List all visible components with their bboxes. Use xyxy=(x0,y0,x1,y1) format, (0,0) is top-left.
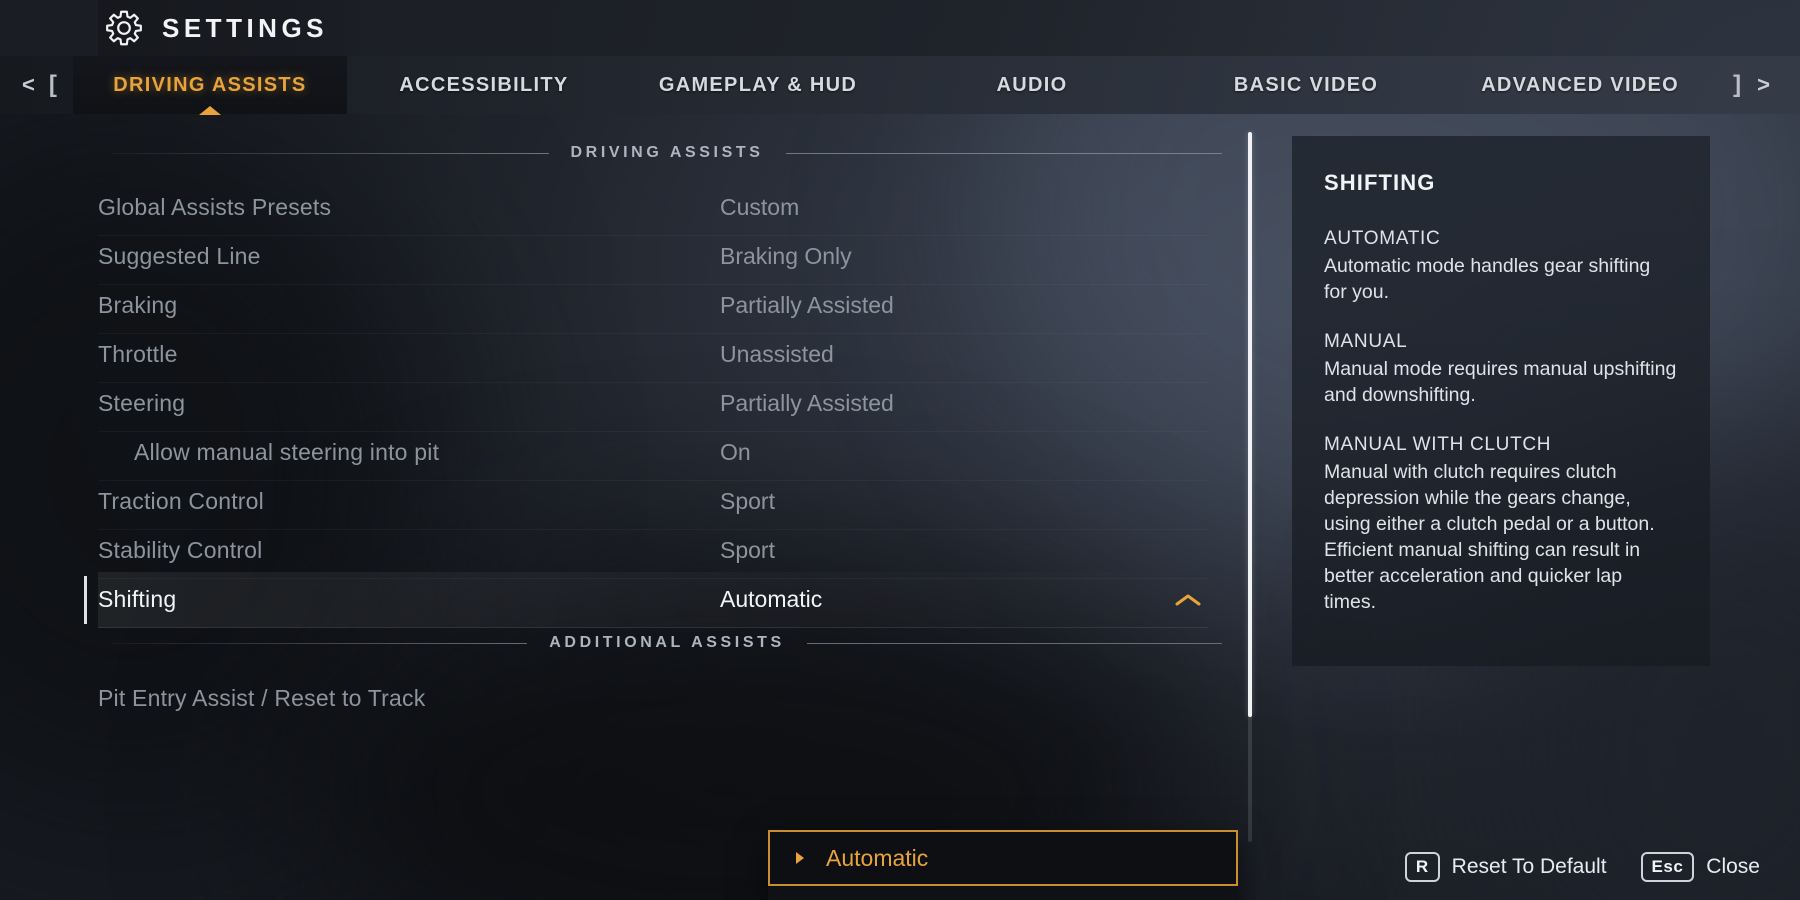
info-block-body: Manual mode requires manual upshifting a… xyxy=(1324,358,1677,406)
settings-content: DRIVING ASSISTS Global Assists Presets C… xyxy=(0,114,1800,900)
gear-icon xyxy=(104,8,144,48)
setting-row-shifting[interactable]: Shifting Automatic xyxy=(84,572,1208,628)
info-block-body: Automatic mode handles gear shifting for… xyxy=(1324,255,1651,303)
bumper-left-icon: [ xyxy=(48,71,57,98)
setting-value[interactable]: Braking Only xyxy=(720,243,852,270)
setting-row-suggested-line[interactable]: Suggested Line Braking Only xyxy=(98,229,1208,285)
section-rule-left xyxy=(112,642,528,644)
tab-nav-right[interactable]: ] > xyxy=(1717,56,1800,114)
setting-label: Shifting xyxy=(98,586,177,612)
tab-label: ADVANCED VIDEO xyxy=(1481,73,1680,96)
tab-list: DRIVING ASSISTS ACCESSIBILITY GAMEPLAY &… xyxy=(72,56,1717,115)
tab-label: AUDIO xyxy=(996,73,1068,96)
setting-label: Suggested Line xyxy=(98,243,261,269)
setting-row-stability-control[interactable]: Stability Control Sport xyxy=(98,523,1208,579)
caret-right-icon xyxy=(796,852,804,864)
footer-hints: R Reset To Default Esc Close xyxy=(1404,852,1760,882)
info-block-manual: MANUAL Manual mode requires manual upshi… xyxy=(1324,331,1678,408)
setting-label: Stability Control xyxy=(98,537,263,563)
tab-label: GAMEPLAY & HUD xyxy=(658,73,858,96)
hint-label: Reset To Default xyxy=(1451,855,1607,878)
setting-value[interactable]: Partially Assisted xyxy=(720,292,894,319)
setting-value[interactable]: Sport xyxy=(720,537,775,564)
info-block-automatic: AUTOMATIC Automatic mode handles gear sh… xyxy=(1324,228,1678,305)
setting-label: Global Assists Presets xyxy=(98,194,332,220)
setting-row-allow-manual-steering-into-pit[interactable]: Allow manual steering into pit On xyxy=(98,425,1208,481)
setting-row-traction-control[interactable]: Traction Control Sport xyxy=(98,474,1208,530)
tab-label: ACCESSIBILITY xyxy=(399,73,569,96)
header-bar: SETTINGS xyxy=(0,0,1800,56)
bumper-right-icon: ] xyxy=(1733,71,1742,98)
section-label: ADDITIONAL ASSISTS xyxy=(549,634,785,651)
settings-screen: SETTINGS < [ DRIVING ASSISTS ACCESSIBILI… xyxy=(0,0,1800,900)
setting-row-pit-entry-assist-reset-to-track[interactable]: Pit Entry Assist / Reset to Track xyxy=(98,670,1208,726)
setting-label: Pit Entry Assist / Reset to Track xyxy=(98,684,426,711)
tab-nav-left[interactable]: < [ xyxy=(0,56,73,114)
chevron-right-icon[interactable]: > xyxy=(1757,72,1770,98)
section-rule-right xyxy=(785,152,1223,154)
hint-label: Close xyxy=(1706,855,1760,878)
setting-row-throttle[interactable]: Throttle Unassisted xyxy=(98,327,1208,383)
setting-value[interactable]: Automatic xyxy=(720,586,822,613)
tab-accessibility[interactable]: ACCESSIBILITY xyxy=(347,56,621,114)
setting-value[interactable]: Partially Assisted xyxy=(720,390,894,417)
setting-label: Allow manual steering into pit xyxy=(134,439,440,465)
dropdown-option-automatic[interactable]: Automatic xyxy=(768,830,1238,886)
setting-label: Steering xyxy=(98,390,186,416)
setting-value[interactable]: Sport xyxy=(720,488,775,515)
info-panel: SHIFTING AUTOMATIC Automatic mode handle… xyxy=(1292,136,1710,666)
title-plate: SETTINGS xyxy=(98,0,363,56)
shifting-dropdown[interactable]: Automatic Manual Manual with Clutch xyxy=(768,830,1238,900)
setting-value[interactable]: Custom xyxy=(720,194,799,221)
setting-value[interactable]: Unassisted xyxy=(720,341,834,368)
tab-gameplay-and-hud[interactable]: GAMEPLAY & HUD xyxy=(621,56,895,114)
info-block-manual-with-clutch: MANUAL WITH CLUTCH Manual with clutch re… xyxy=(1324,434,1678,615)
tab-audio[interactable]: AUDIO xyxy=(895,56,1169,114)
scrollbar-track[interactable] xyxy=(1248,132,1252,842)
setting-row-global-assists-presets[interactable]: Global Assists Presets Custom xyxy=(98,180,1208,236)
section-label: DRIVING ASSISTS xyxy=(570,144,764,161)
section-header-additional-assists: ADDITIONAL ASSISTS xyxy=(112,634,1223,652)
key-cap-esc: Esc xyxy=(1640,852,1695,882)
tab-label: BASIC VIDEO xyxy=(1233,73,1379,96)
dropdown-option-label: Automatic xyxy=(826,844,929,871)
setting-label: Traction Control xyxy=(98,488,264,514)
setting-label: Throttle xyxy=(98,341,178,367)
tab-label: DRIVING ASSISTS xyxy=(113,73,307,96)
tab-bar: < [ DRIVING ASSISTS ACCESSIBILITY GAMEPL… xyxy=(0,56,1800,115)
chevron-up-icon[interactable] xyxy=(1173,591,1203,609)
key-cap-r: R xyxy=(1404,852,1440,882)
setting-label: Braking xyxy=(98,292,178,318)
tab-advanced-video[interactable]: ADVANCED VIDEO xyxy=(1443,56,1717,114)
hint-reset-to-default[interactable]: R Reset To Default xyxy=(1404,852,1607,882)
scrollbar-thumb[interactable] xyxy=(1248,132,1252,717)
info-block-heading: MANUAL WITH CLUTCH xyxy=(1324,434,1552,455)
setting-row-steering[interactable]: Steering Partially Assisted xyxy=(98,376,1208,432)
section-rule-right xyxy=(806,642,1223,644)
tab-driving-assists[interactable]: DRIVING ASSISTS xyxy=(72,56,347,115)
section-header-driving-assists: DRIVING ASSISTS xyxy=(112,144,1223,162)
chevron-left-icon[interactable]: < xyxy=(22,72,35,98)
page-title: SETTINGS xyxy=(162,12,329,43)
info-panel-title: SHIFTING xyxy=(1324,170,1436,195)
info-block-heading: AUTOMATIC xyxy=(1324,228,1441,249)
info-block-body: Manual with clutch requires clutch depre… xyxy=(1324,461,1655,613)
info-block-heading: MANUAL xyxy=(1324,331,1408,352)
setting-value[interactable]: On xyxy=(720,439,751,466)
dropdown-option-manual[interactable]: Manual xyxy=(768,886,1238,900)
section-rule-left xyxy=(112,152,549,154)
setting-row-braking[interactable]: Braking Partially Assisted xyxy=(98,278,1208,334)
hint-close[interactable]: Esc Close xyxy=(1640,852,1760,882)
tab-basic-video[interactable]: BASIC VIDEO xyxy=(1169,56,1443,114)
